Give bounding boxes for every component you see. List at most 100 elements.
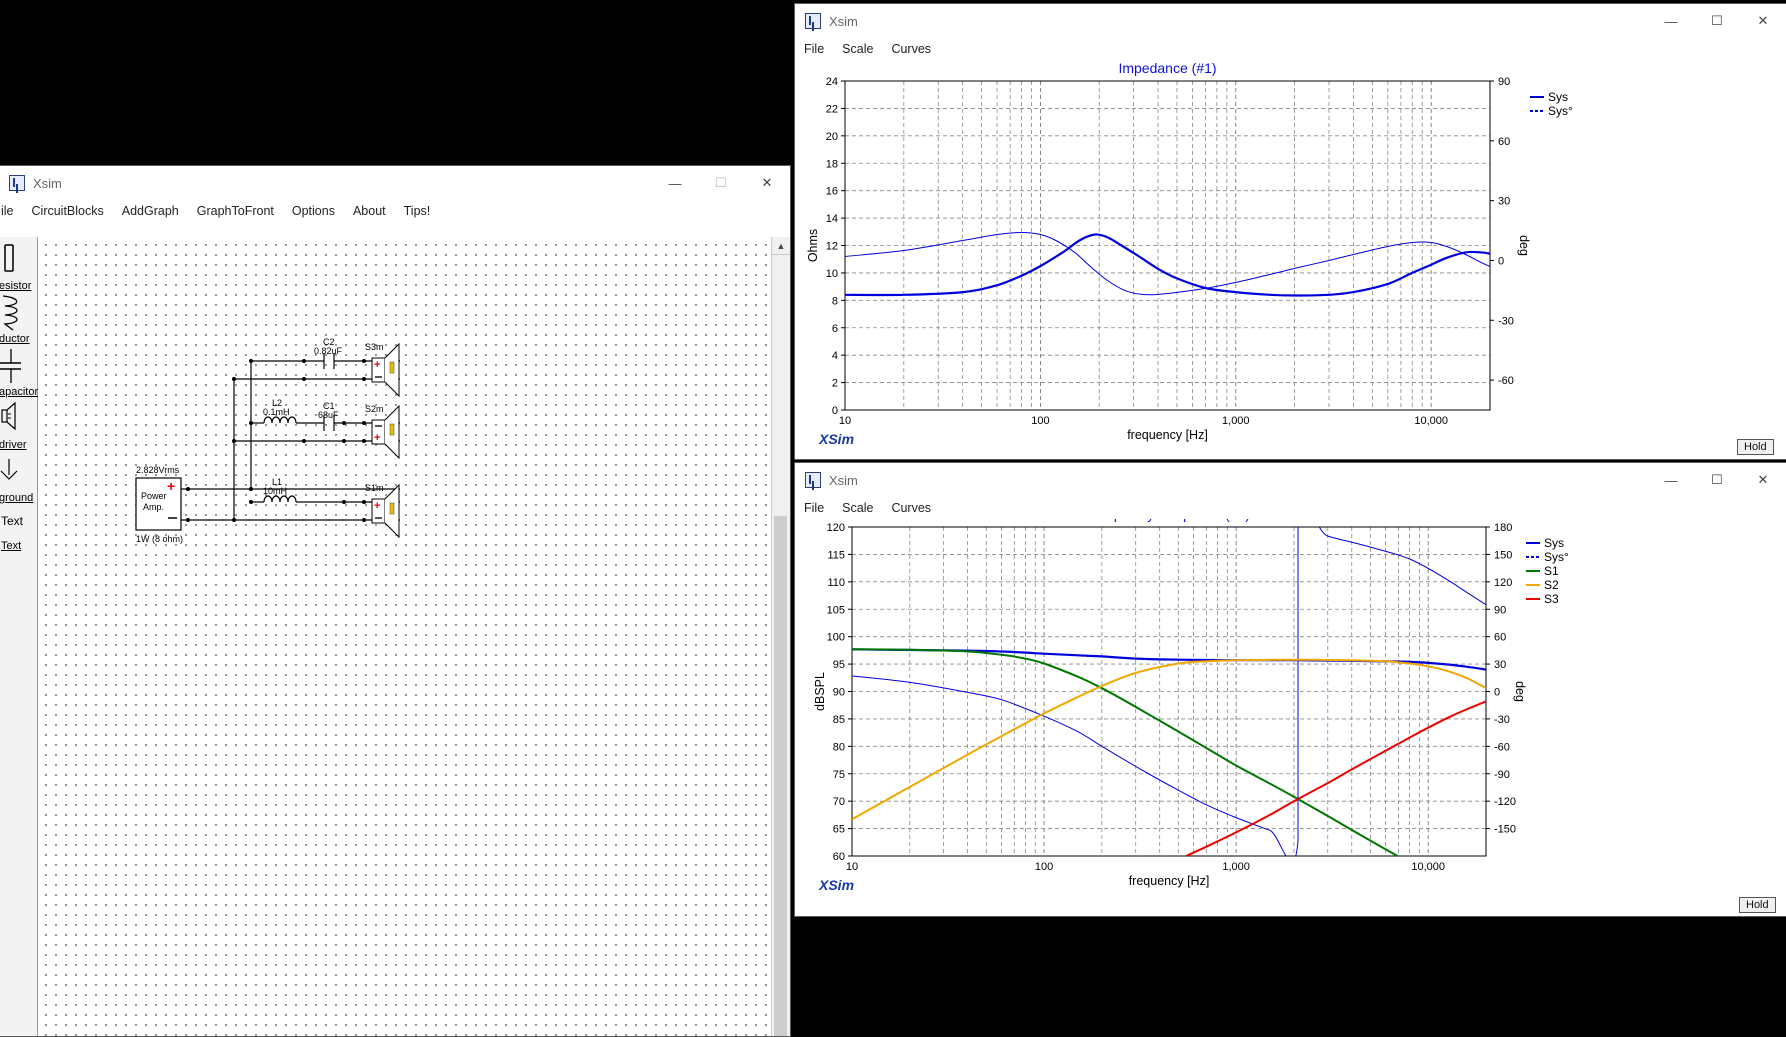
legend-entry: Sys (1544, 536, 1564, 550)
resistor-label: esistor (0, 280, 32, 292)
y-tick-label: 22 (826, 103, 838, 115)
menu-options[interactable]: Options (283, 204, 344, 218)
maximize-button[interactable]: ☐ (698, 166, 744, 200)
hold-button[interactable]: Hold (1739, 897, 1776, 913)
y2-axis-label: deg (1513, 681, 1527, 702)
maximize-button[interactable]: ☐ (1694, 463, 1740, 497)
y-tick-label: 6 (832, 323, 838, 335)
driver-s1[interactable]: S1m + (365, 483, 400, 539)
text-tool[interactable]: Text (0, 513, 37, 535)
amp-name-line2: Amp. (143, 502, 164, 512)
y-tick-label: 70 (833, 796, 845, 808)
xsim-app-icon (805, 472, 821, 488)
impedance-window: Xsim — ☐ ✕ File Scale Curves Impedance (… (795, 4, 1786, 459)
series-line-s3 (1185, 700, 1486, 856)
y-tick-label: 16 (826, 186, 838, 198)
menu-tips[interactable]: Tips! (395, 204, 440, 218)
series-line-s1 (852, 648, 1400, 856)
series-line-s2 (852, 658, 1486, 821)
amp-name-line1: Power (141, 491, 167, 501)
xsim-brand-label: XSim (818, 877, 854, 893)
y-tick-label: 4 (832, 350, 838, 362)
maximize-button[interactable]: ☐ (1694, 4, 1740, 38)
amp-voltage: 2.828Vrms (136, 465, 180, 475)
y-tick-label: 60 (833, 851, 845, 863)
window-title: Xsim (33, 175, 62, 191)
legend-entry: S2 (1544, 578, 1559, 592)
frequency-response-chart[interactable]: Frequency Response (#1) 60 65 70 75 80 85 90 95 1… (795, 519, 1786, 916)
minimize-button[interactable]: — (652, 166, 698, 200)
x-tick-label: 10,000 (1411, 861, 1445, 873)
driver-s1-label: S1m (365, 483, 384, 493)
legend-entry: Sys° (1548, 104, 1573, 118)
menu-graphtofront[interactable]: GraphToFront (188, 204, 283, 218)
menu-curves[interactable]: Curves (882, 42, 940, 56)
inductor-l2-symbol[interactable] (263, 416, 297, 424)
driver-s2[interactable]: S2m + (365, 404, 400, 460)
driver-s3[interactable]: S3m + (365, 342, 400, 398)
circuit-titlebar[interactable]: Xsim — ☐ ✕ (0, 166, 790, 200)
svg-text:+: + (374, 359, 380, 371)
y-tick-label: 85 (833, 714, 845, 726)
y-tick-label: 75 (833, 769, 845, 781)
component-toolbox: esistor ductor apacitor driver ground Te… (0, 237, 38, 1036)
y2-tick-label: 90 (1498, 76, 1510, 88)
menu-file[interactable]: ile (0, 204, 23, 218)
y2-tick-label: 30 (1494, 659, 1506, 671)
resistor-tool[interactable]: esistor (0, 241, 37, 293)
circuit-menubar: ile CircuitBlocks AddGraph GraphToFront … (0, 200, 790, 222)
scroll-up-arrow-icon[interactable]: ▲ (772, 237, 790, 255)
close-button[interactable]: ✕ (1740, 4, 1786, 38)
y-tick-label: 20 (826, 131, 838, 143)
y-tick-label: 18 (826, 158, 838, 170)
driver-label: driver (0, 439, 27, 451)
menu-file[interactable]: File (795, 501, 833, 515)
y-tick-label: 105 (827, 604, 845, 616)
legend-entry: S3 (1544, 592, 1559, 606)
menu-addgraph[interactable]: AddGraph (113, 204, 188, 218)
menu-file[interactable]: File (795, 42, 833, 56)
c2-value: 0.82uF (314, 346, 343, 356)
menu-scale[interactable]: Scale (833, 501, 882, 515)
impedance-titlebar[interactable]: Xsim — ☐ ✕ (795, 4, 1786, 38)
y2-tick-label: -60 (1494, 741, 1510, 753)
y2-tick-label: -30 (1494, 714, 1510, 726)
fr-titlebar[interactable]: Xsim — ☐ ✕ (795, 463, 1786, 497)
menu-about[interactable]: About (344, 204, 395, 218)
minimize-button[interactable]: — (1648, 4, 1694, 38)
y-axis-label: dBSPL (813, 672, 827, 711)
driver-tool[interactable]: driver (0, 400, 37, 452)
y2-tick-label: 90 (1494, 604, 1506, 616)
series-line-sys (845, 233, 1490, 297)
minimize-button[interactable]: — (1648, 463, 1694, 497)
x-tick-label: 1,000 (1222, 415, 1250, 427)
vertical-scrollbar[interactable]: ▲ (771, 237, 790, 1036)
text-link-label: Text (1, 540, 22, 552)
inductor-tool[interactable]: ductor (0, 294, 37, 346)
l2-value: 0.1mH (263, 407, 290, 417)
inductor-l1-symbol[interactable] (263, 495, 297, 503)
xsim-brand-label: XSim (818, 431, 854, 447)
y-tick-label: 90 (833, 687, 845, 699)
text-link-tool[interactable]: Text (0, 539, 37, 561)
close-button[interactable]: ✕ (744, 166, 790, 200)
impedance-chart[interactable]: Impedance (#1)024681012141618202224-60-3… (795, 60, 1786, 459)
ground-icon (0, 459, 18, 480)
menu-scale[interactable]: Scale (833, 42, 882, 56)
fr-menubar: File Scale Curves (795, 497, 1786, 519)
menu-circuitblocks[interactable]: CircuitBlocks (23, 204, 113, 218)
close-button[interactable]: ✕ (1740, 463, 1786, 497)
x-tick-label: 10 (846, 861, 858, 873)
menu-curves[interactable]: Curves (882, 501, 940, 515)
circuit-canvas[interactable]: + Power Amp. 2.828Vrms 1W (8 ohm) C2 0.8… (38, 237, 772, 1036)
capacitor-tool[interactable]: apacitor (0, 347, 38, 399)
x-axis-label: frequency [Hz] (1127, 428, 1208, 442)
ground-tool[interactable]: ground (0, 453, 37, 505)
y2-tick-label: -60 (1498, 375, 1514, 387)
y2-tick-label: -120 (1494, 796, 1516, 808)
chart-title: Impedance (#1) (1118, 60, 1216, 76)
scroll-thumb[interactable] (774, 516, 787, 1036)
hold-button[interactable]: Hold (1737, 439, 1774, 455)
y-tick-label: 24 (826, 76, 838, 88)
y2-tick-label: 30 (1498, 196, 1510, 208)
